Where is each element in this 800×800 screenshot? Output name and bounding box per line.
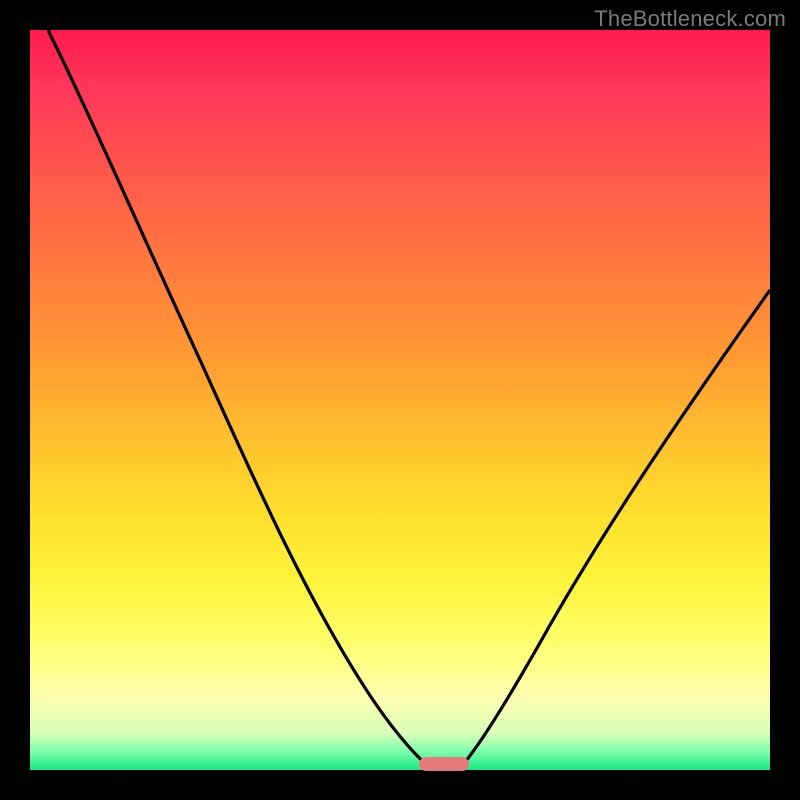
watermark-text: TheBottleneck.com — [594, 6, 786, 32]
plot-area — [30, 30, 770, 770]
minimum-marker — [419, 757, 469, 771]
chart-frame: TheBottleneck.com — [0, 0, 800, 800]
bottleneck-curve — [30, 30, 770, 770]
curve-left-branch — [48, 30, 430, 768]
curve-right-branch — [460, 290, 770, 768]
